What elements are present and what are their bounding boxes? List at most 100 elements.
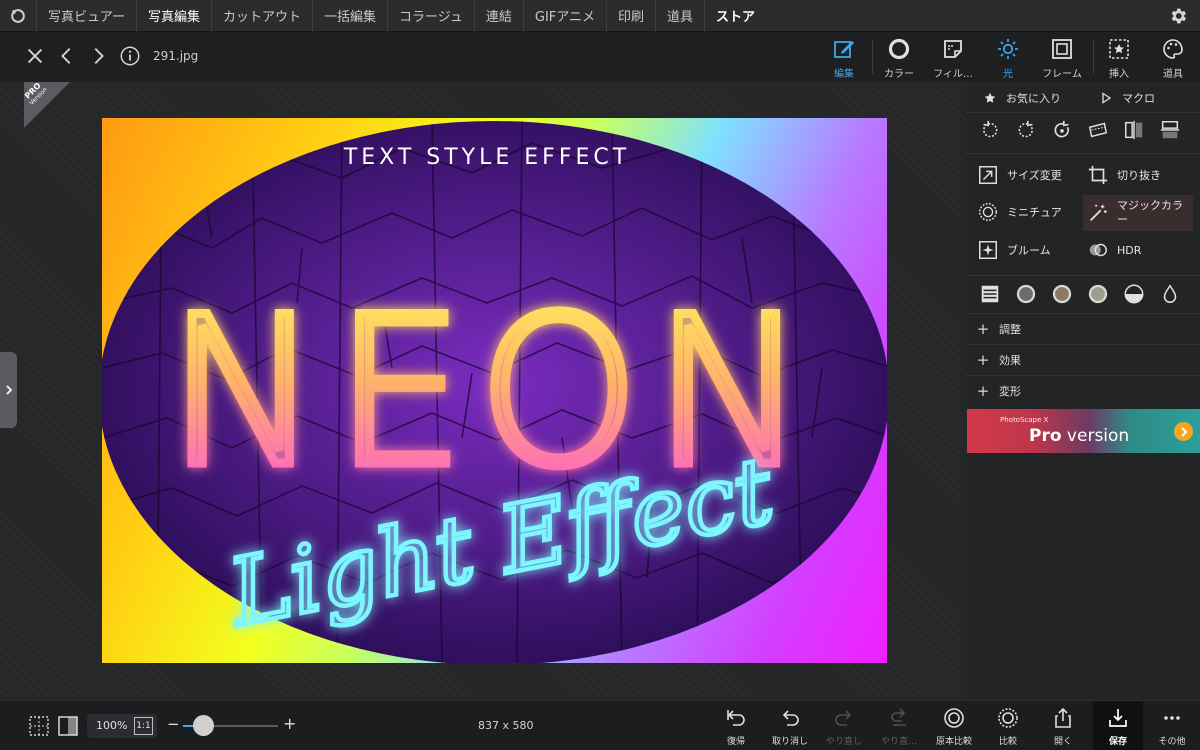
- zoom-actual-size-button[interactable]: 1:1: [134, 717, 153, 735]
- rotate-left-icon[interactable]: [977, 117, 1003, 143]
- save-button[interactable]: 保存: [1094, 705, 1142, 749]
- flip-vertical-icon[interactable]: [1157, 117, 1183, 143]
- compare-original-button[interactable]: 原本比較: [930, 705, 978, 749]
- right-panel: お気に入り マクロ サイズ変更 切り抜き ミニチュア マジックカラー ブルーム …: [967, 82, 1200, 700]
- macro-tab[interactable]: マクロ: [1100, 90, 1155, 106]
- hdr-button[interactable]: HDR: [1087, 239, 1141, 261]
- plus-icon: +: [976, 381, 990, 400]
- section-transform-label: 変形: [999, 384, 1021, 398]
- zoom-slider-handle[interactable]: [193, 715, 215, 736]
- banner-brand: PhotoScape X: [1000, 416, 1049, 424]
- redo-all-button[interactable]: やり直…: [875, 705, 923, 749]
- drop-icon[interactable]: [1157, 281, 1183, 307]
- tool-color-label: カラー: [884, 69, 914, 80]
- resize-button[interactable]: サイズ変更: [977, 164, 1062, 186]
- hdr-label: HDR: [1117, 243, 1142, 257]
- app-logo-icon[interactable]: [0, 0, 36, 32]
- tab-batch[interactable]: 一括編集: [312, 0, 387, 32]
- zoom-out-button[interactable]: −: [167, 715, 180, 733]
- macro-label: マクロ: [1122, 92, 1155, 105]
- open-button[interactable]: 開く: [1039, 705, 1087, 749]
- redo-button[interactable]: やり直し: [820, 705, 868, 749]
- revert-button[interactable]: 復帰: [712, 705, 760, 749]
- tab-cut-out[interactable]: カットアウト: [210, 0, 312, 32]
- tool-filter[interactable]: フィル…: [925, 34, 981, 80]
- preset-4-icon[interactable]: [1121, 281, 1147, 307]
- more-button[interactable]: その他: [1148, 705, 1196, 749]
- crop-label: 切り抜き: [1117, 169, 1161, 182]
- miniature-button[interactable]: ミニチュア: [977, 201, 1062, 223]
- rotate-free-icon[interactable]: [1049, 117, 1075, 143]
- tab-photo-editor[interactable]: 写真編集: [135, 0, 211, 32]
- preset-1-icon[interactable]: [1013, 281, 1039, 307]
- left-drawer-toggle[interactable]: [0, 352, 17, 428]
- section-adjust[interactable]: + 調整: [967, 313, 1200, 343]
- tool-insert[interactable]: 挿入: [1091, 34, 1147, 80]
- levels-icon[interactable]: [977, 281, 1003, 307]
- tool-edit[interactable]: 編集: [816, 34, 872, 80]
- tool-frame[interactable]: フレーム: [1034, 34, 1090, 80]
- preset-3-icon[interactable]: [1085, 281, 1111, 307]
- info-icon[interactable]: [118, 44, 142, 68]
- tab-combine[interactable]: 連結: [473, 0, 523, 32]
- straighten-icon[interactable]: [1085, 117, 1111, 143]
- tab-tools[interactable]: 道具: [655, 0, 704, 32]
- edited-photo[interactable]: TEXT STYLE EFFECT NEON Light Effect: [102, 118, 887, 663]
- preset-2-icon[interactable]: [1049, 281, 1075, 307]
- background-toggle-icon[interactable]: [57, 715, 79, 737]
- file-name: 291.jpg: [153, 49, 199, 63]
- compare-button[interactable]: 比較: [984, 705, 1032, 749]
- banner-headline-rest: version: [1061, 426, 1130, 446]
- undo-button[interactable]: 取り消し: [766, 705, 814, 749]
- section-effects[interactable]: + 効果: [967, 344, 1200, 374]
- section-effects-label: 効果: [999, 353, 1021, 367]
- crop-button[interactable]: 切り抜き: [1087, 164, 1161, 186]
- more-icon: [1164, 716, 1180, 720]
- flip-horizontal-icon[interactable]: [1121, 117, 1147, 143]
- pro-version-ribbon[interactable]: PRO Version: [24, 82, 70, 128]
- bloom-button[interactable]: ブルーム: [977, 239, 1051, 261]
- image-dimensions: 837 x 580: [478, 719, 534, 732]
- magic-color-button[interactable]: マジックカラー: [1083, 195, 1193, 231]
- chevron-right-icon: [1174, 422, 1193, 441]
- tab-photo-viewer[interactable]: 写真ビュアー: [36, 0, 136, 32]
- redo-all-icon: [891, 708, 906, 726]
- filter-icon: [944, 40, 962, 58]
- chevron-left-icon[interactable]: [55, 44, 79, 68]
- chevron-right-icon[interactable]: [86, 44, 110, 68]
- pro-version-banner[interactable]: PhotoScape X Pro version: [967, 409, 1200, 453]
- insert-icon: [1109, 39, 1129, 59]
- tool-tools[interactable]: 道具: [1145, 34, 1200, 80]
- tab-gif-animation[interactable]: GIFアニメ: [522, 0, 606, 32]
- tab-collage[interactable]: コラージュ: [387, 0, 474, 32]
- frame-icon: [1052, 39, 1072, 59]
- tool-light[interactable]: 光: [980, 34, 1036, 80]
- resize-label: サイズ変更: [1007, 169, 1062, 182]
- panel-divider: [967, 112, 1200, 113]
- zoom-in-button[interactable]: +: [283, 714, 296, 733]
- tab-print[interactable]: 印刷: [606, 0, 655, 32]
- tool-edit-label: 編集: [834, 69, 854, 80]
- magic-wand-icon: [1090, 204, 1107, 221]
- undo-label: 取り消し: [771, 737, 808, 747]
- compare-icon: [998, 708, 1018, 728]
- zoom-value[interactable]: 100%: [96, 719, 127, 732]
- edit-icon: [834, 41, 854, 58]
- favorites-tab[interactable]: お気に入り: [984, 90, 1061, 106]
- share-icon: [1055, 707, 1071, 728]
- tab-store[interactable]: ストア: [704, 0, 766, 32]
- palette-icon: [1163, 39, 1183, 59]
- close-icon[interactable]: [23, 44, 47, 68]
- plus-icon: +: [976, 319, 990, 338]
- section-adjust-label: 調整: [999, 322, 1021, 336]
- rotate-right-icon[interactable]: [1013, 117, 1039, 143]
- hdr-icon: [1089, 243, 1107, 257]
- section-transform[interactable]: + 変形: [967, 375, 1200, 405]
- bloom-label: ブルーム: [1007, 244, 1051, 257]
- canvas-area[interactable]: PRO Version TEXT STYLE EFFECT NEON Light…: [0, 82, 967, 700]
- gear-icon[interactable]: [1168, 6, 1188, 26]
- compare-original-label: 原本比較: [935, 737, 972, 747]
- color-icon: [888, 38, 910, 60]
- selection-grid-icon[interactable]: [28, 715, 50, 737]
- tool-color[interactable]: カラー: [871, 34, 927, 80]
